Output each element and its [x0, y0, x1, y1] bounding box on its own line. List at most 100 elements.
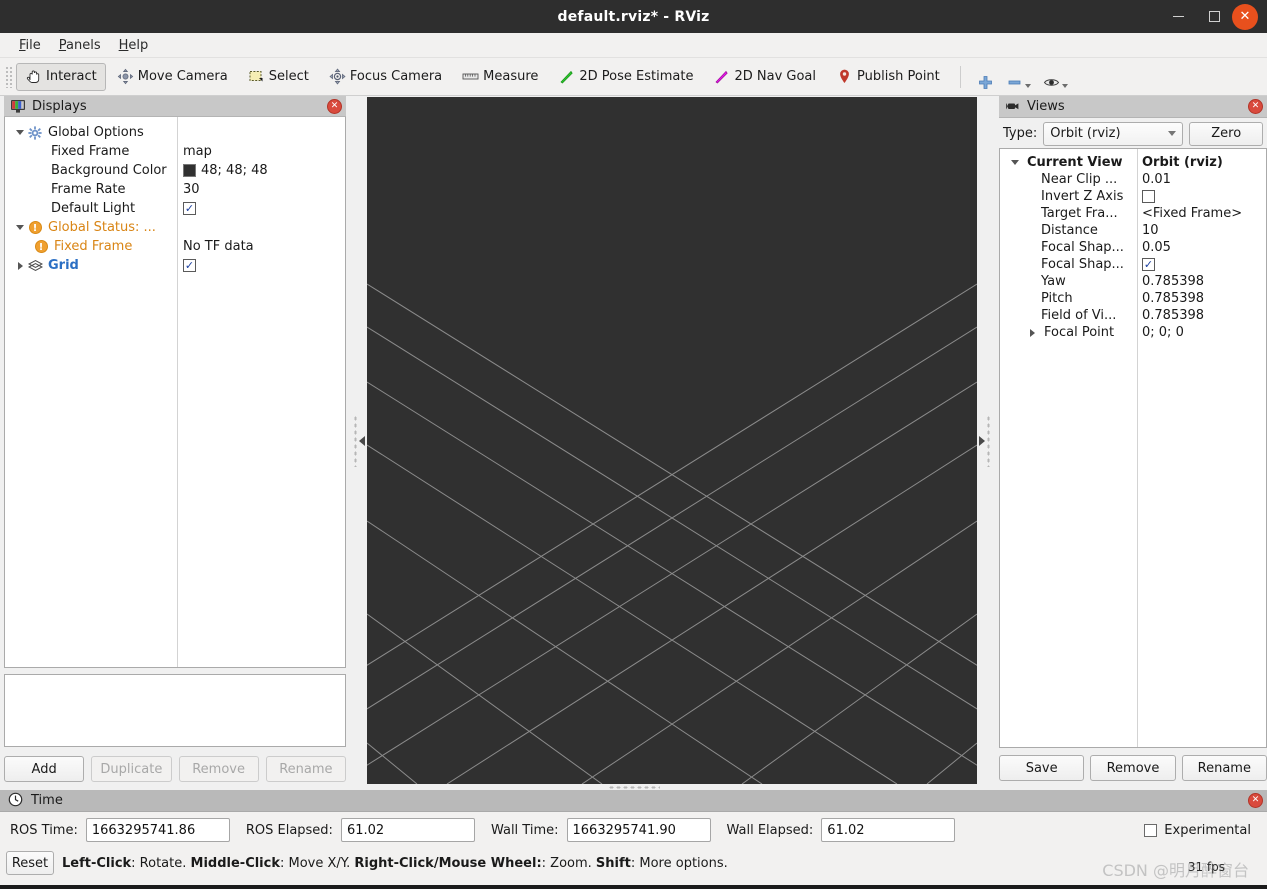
right-splitter-handle[interactable] [978, 97, 991, 784]
tree-row-default-light[interactable]: Default Light ✓ [5, 199, 345, 218]
twisty-expanded-icon[interactable] [13, 130, 27, 136]
views-row-focal-shape-fixed[interactable]: Focal Shap... ✓ [1000, 256, 1266, 273]
tree-row-global-status[interactable]: ! Global Status: ... [5, 218, 345, 237]
color-swatch[interactable] [183, 164, 196, 178]
views-row-near-clip[interactable]: Near Clip ... 0.01 [1000, 171, 1266, 188]
minimize-button[interactable] [1160, 0, 1196, 33]
displays-close-icon[interactable]: ✕ [327, 98, 342, 114]
wall-time-input[interactable]: 1663295741.90 [566, 818, 711, 842]
twisty-expanded-icon[interactable] [13, 225, 27, 231]
collapse-left-arrow-icon[interactable] [359, 435, 365, 446]
time-close-icon[interactable]: ✕ [1248, 793, 1263, 808]
help-left-click-desc: : Rotate. [131, 855, 191, 871]
views-value[interactable]: 0.01 [1137, 172, 1266, 187]
tool-interact[interactable]: Interact [16, 62, 106, 91]
invert-z-axis-checkbox[interactable] [1142, 190, 1155, 203]
twisty-expanded-icon[interactable] [1008, 160, 1022, 165]
tree-row-background-color[interactable]: Background Color 48; 48; 48 [5, 161, 345, 180]
views-label: Target Fra... [1041, 206, 1118, 221]
fps-counter: 31 fps [1187, 860, 1225, 874]
views-value[interactable]: 10 [1137, 223, 1266, 238]
collapse-right-arrow-icon[interactable] [979, 435, 985, 446]
views-remove-button[interactable]: Remove [1090, 755, 1176, 781]
left-splitter-handle[interactable] [353, 97, 366, 784]
focus-camera-icon [329, 68, 346, 85]
wall-elapsed-input[interactable]: 61.02 [821, 818, 956, 842]
views-value[interactable]: 0.785398 [1137, 308, 1266, 323]
focal-shape-fixed-checkbox[interactable]: ✓ [1142, 258, 1155, 271]
views-type-combobox[interactable]: Orbit (rviz) [1043, 121, 1184, 146]
green-arrow-icon [558, 68, 575, 85]
views-value[interactable]: <Fixed Frame> [1137, 206, 1266, 221]
add-display-button[interactable]: Add [4, 756, 85, 782]
tree-row-global-options[interactable]: Global Options [5, 123, 345, 142]
remove-display-button[interactable]: Remove [178, 756, 259, 782]
duplicate-display-button[interactable]: Duplicate [91, 756, 172, 782]
views-value[interactable]: 0.785398 [1137, 291, 1266, 306]
views-value[interactable]: 0.05 [1137, 240, 1266, 255]
twisty-collapsed-icon[interactable] [1025, 328, 1039, 337]
tool-2d-pose-estimate[interactable]: 2D Pose Estimate [549, 63, 702, 91]
views-row-focal-point[interactable]: Focal Point 0; 0; 0 [1000, 324, 1266, 341]
close-button[interactable]: ✕ [1232, 3, 1258, 30]
tool-select[interactable]: Select [239, 63, 318, 91]
displays-tree[interactable]: Global Options Fixed Frame map Backgroun… [4, 117, 346, 669]
views-label: Invert Z Axis [1041, 189, 1124, 204]
views-rename-button[interactable]: Rename [1181, 755, 1267, 781]
tool-focus-camera[interactable]: Focus Camera [320, 63, 451, 91]
time-panel-titlebar: Time ✕ [0, 790, 1267, 812]
tool-move-camera[interactable]: Move Camera [108, 63, 237, 91]
views-zero-button[interactable]: Zero [1189, 121, 1264, 146]
views-row-invert-z-axis[interactable]: Invert Z Axis [1000, 188, 1266, 205]
tree-row-fixed-frame[interactable]: Fixed Frame map [5, 142, 345, 161]
views-row-current-view[interactable]: Current View Orbit (rviz) [1000, 154, 1266, 171]
grid-enabled-checkbox[interactable]: ✓ [183, 259, 196, 273]
rename-display-button[interactable]: Rename [265, 756, 346, 782]
menu-panels[interactable]: Panels [50, 36, 110, 55]
views-row-focal-shape-size[interactable]: Focal Shap... 0.05 [1000, 239, 1266, 256]
views-label: Yaw [1041, 274, 1066, 289]
tree-row-status-fixed-frame[interactable]: ! Fixed Frame No TF data [5, 237, 345, 256]
views-close-icon[interactable]: ✕ [1248, 99, 1263, 114]
help-left-click: Left-Click [62, 855, 132, 871]
maximize-button[interactable] [1196, 0, 1232, 33]
grid-icon [27, 258, 43, 273]
views-label: Focal Shap... [1041, 257, 1124, 272]
tree-label: Global Status: ... [48, 220, 156, 236]
displays-panel: Displays ✕ Global Options Fixed Frame ma… [4, 96, 346, 782]
menu-help[interactable]: Help [110, 36, 158, 55]
render-viewport-3d[interactable] [367, 97, 977, 784]
reset-button[interactable]: Reset [6, 851, 54, 875]
menu-file[interactable]: File [10, 36, 50, 55]
views-row-distance[interactable]: Distance 10 [1000, 222, 1266, 239]
experimental-toggle[interactable]: Experimental [1144, 823, 1251, 838]
visibility-tool-button[interactable] [1037, 63, 1074, 91]
tree-row-grid[interactable]: Grid ✓ [5, 256, 345, 275]
views-row-target-frame[interactable]: Target Fra... <Fixed Frame> [1000, 205, 1266, 222]
toolbar-drag-handle[interactable] [5, 65, 13, 88]
views-label: Near Clip ... [1041, 172, 1118, 187]
remove-tool-button[interactable] [1000, 63, 1037, 91]
views-column-separator[interactable] [1137, 149, 1138, 747]
default-light-checkbox[interactable]: ✓ [183, 202, 196, 216]
experimental-checkbox[interactable] [1144, 823, 1158, 837]
views-save-button[interactable]: Save [999, 755, 1085, 781]
views-value[interactable]: 0; 0; 0 [1137, 325, 1266, 340]
ros-time-input[interactable]: 1663295741.86 [85, 818, 230, 842]
tree-value[interactable]: map [183, 144, 212, 159]
tool-publish-point[interactable]: Publish Point [827, 63, 949, 91]
ros-elapsed-input[interactable]: 61.02 [340, 818, 475, 842]
views-tree[interactable]: Current View Orbit (rviz) Near Clip ... … [999, 148, 1267, 748]
add-tool-button[interactable] [971, 63, 1000, 91]
help-middle-click: Middle-Click [190, 855, 280, 871]
views-row-pitch[interactable]: Pitch 0.785398 [1000, 290, 1266, 307]
tree-row-frame-rate[interactable]: Frame Rate 30 [5, 180, 345, 199]
tool-2d-nav-goal[interactable]: 2D Nav Goal [704, 63, 825, 91]
views-value[interactable]: 0.785398 [1137, 274, 1266, 289]
tree-value[interactable]: 48; 48; 48 [201, 163, 268, 178]
views-row-yaw[interactable]: Yaw 0.785398 [1000, 273, 1266, 290]
tool-measure[interactable]: Measure [453, 63, 547, 91]
views-row-field-of-view[interactable]: Field of Vi... 0.785398 [1000, 307, 1266, 324]
twisty-collapsed-icon[interactable] [13, 261, 27, 270]
tree-value[interactable]: 30 [183, 182, 200, 197]
